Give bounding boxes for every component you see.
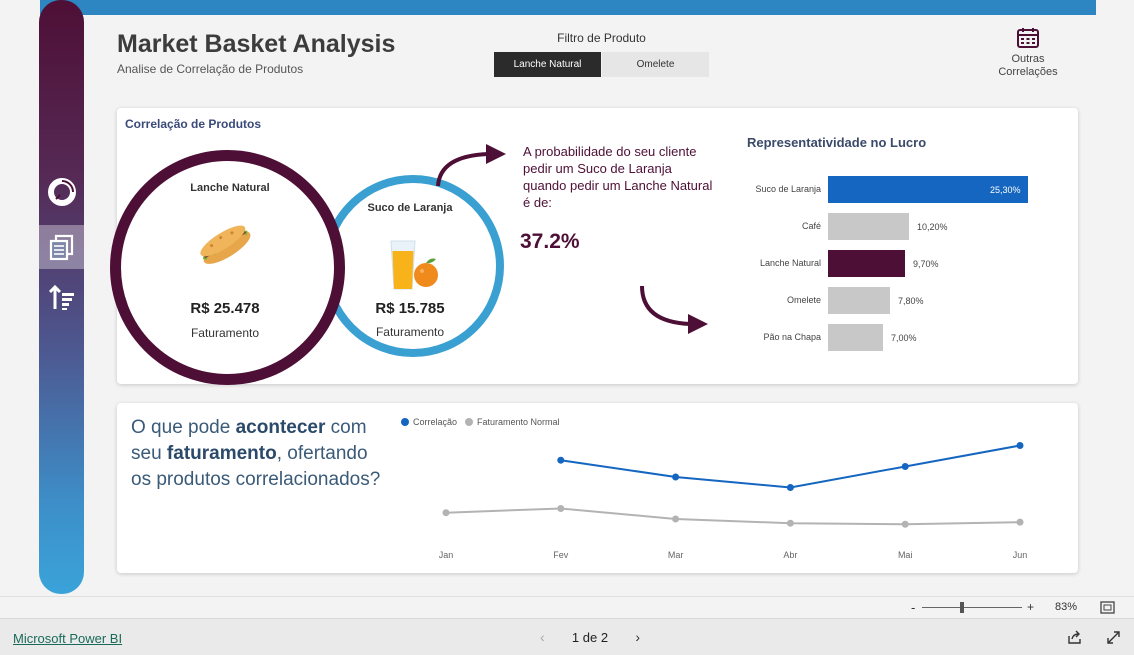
forecast-question: O que pode acontecer com seu faturamento… [131, 415, 391, 493]
series-point[interactable] [901, 463, 909, 470]
question-bold-2: faturamento [166, 443, 277, 464]
product-filter-label: Filtro de Produto [557, 31, 646, 45]
probability-text: A probabilidade do seu cliente pedir um … [523, 144, 713, 210]
page-title: Market Basket Analysis [117, 30, 396, 58]
legend-dot-faturamento [465, 418, 474, 426]
curved-arrow-top-icon [436, 144, 506, 187]
footer-bar: Microsoft Power BI ‹ 1 de 2 › [0, 618, 1134, 655]
curved-arrow-bottom-icon [640, 285, 708, 334]
series-point[interactable] [557, 505, 565, 512]
main-product-name: Lanche Natural [190, 182, 270, 194]
profit-bar-value: 7,80% [898, 296, 924, 306]
filter-omelete[interactable]: Omelete [602, 52, 709, 77]
main-product-value: R$ 25.478 [190, 300, 260, 317]
profit-bar-label: Lanche Natural [759, 258, 821, 268]
page-navigator: ‹ 1 de 2 › [540, 629, 640, 645]
zoom-slider-track[interactable] [922, 607, 1022, 608]
profit-bar-value: 9,70% [913, 259, 939, 269]
copy-pages-icon [49, 234, 73, 261]
donut-chart-icon [47, 178, 76, 206]
series-point[interactable] [786, 484, 794, 491]
series-point[interactable] [901, 520, 909, 528]
profit-bar-value: 25,30% [990, 185, 1021, 195]
series-point[interactable] [786, 519, 794, 527]
series-point[interactable] [557, 456, 565, 464]
main-product-caption: Faturamento [190, 326, 260, 340]
related-product-caption: Faturamento [375, 325, 445, 339]
share-icon[interactable] [1067, 630, 1082, 645]
sandwich-icon [200, 225, 251, 264]
question-bold-1: acontecer [235, 417, 326, 438]
profit-bar-label: Pão na Chapa [763, 332, 821, 342]
report-canvas: Market Basket Analysis Analise de Correl… [0, 0, 1134, 596]
top-accent-bar [40, 0, 1096, 15]
x-axis-tick-label: Fev [553, 550, 569, 560]
zoom-out-button[interactable]: - [911, 600, 915, 615]
profit-bar-label: Suco de Laranja [755, 184, 821, 194]
series-point[interactable] [672, 515, 680, 523]
profit-bar[interactable] [828, 324, 883, 351]
legend-label-faturamento: Faturamento Normal [477, 417, 560, 427]
series-point[interactable] [1016, 442, 1024, 449]
series-point[interactable] [442, 509, 450, 517]
fullscreen-icon[interactable] [1106, 630, 1121, 645]
series-line-0 [560, 444, 1021, 489]
profit-bar[interactable] [828, 213, 909, 240]
legend-dot-correlacao [401, 418, 409, 426]
other-correlations-line2: Correlações [998, 66, 1058, 78]
x-axis-tick-label: Jan [439, 550, 454, 560]
other-correlations-line1: Outras [1011, 53, 1045, 65]
sidebar-nav [39, 0, 84, 594]
x-axis-tick-label: Mar [668, 550, 684, 560]
question-text-1: O que pode [131, 417, 236, 438]
sort-ascending-icon [48, 284, 74, 310]
other-correlations-button[interactable]: Outras Correlações [995, 27, 1061, 79]
profit-bar[interactable] [828, 287, 890, 314]
zoom-in-button[interactable]: + [1027, 600, 1034, 614]
page-subtitle: Analise de Correlação de Produtos [117, 62, 304, 76]
zoom-bar: - + 83% [0, 596, 1134, 618]
profit-chart-title: Representatividade no Lucro [747, 135, 927, 150]
profit-bar-label: Omelete [786, 295, 821, 305]
nav-pages-button[interactable] [39, 225, 84, 269]
page-indicator: 1 de 2 [571, 629, 609, 645]
nav-donut-button[interactable] [39, 170, 84, 214]
nav-sort-button[interactable] [39, 276, 84, 320]
power-bi-link[interactable]: Microsoft Power BI [13, 631, 122, 646]
next-page-button[interactable]: › [635, 629, 640, 645]
legend-label-correlacao: Correlação [413, 417, 458, 427]
fit-page-icon[interactable] [1100, 601, 1115, 614]
profit-bar-value: 10,20% [917, 222, 948, 232]
correlation-card-title: Correlação de Produtos [125, 117, 262, 131]
x-axis-tick-label: Abr [783, 550, 797, 560]
orange-juice-icon [390, 240, 438, 290]
probability-value: 37.2% [520, 230, 580, 253]
zoom-level: 83% [1055, 601, 1078, 613]
prev-page-button[interactable]: ‹ [540, 629, 545, 645]
revenue-line-chart: Jan Fev Mar Abr Mai Jun [439, 442, 1028, 560]
x-axis-tick-label: Jun [1013, 550, 1028, 560]
calendar-icon [1017, 28, 1039, 48]
related-product-name: Suco de Laranja [367, 202, 453, 214]
profit-bar-value: 7,00% [891, 333, 917, 343]
zoom-slider-thumb[interactable] [960, 602, 964, 613]
series-line-1 [445, 507, 1021, 526]
profit-bar-label: Café [801, 221, 821, 231]
profit-bar[interactable] [828, 250, 905, 277]
series-point[interactable] [672, 473, 680, 481]
series-point[interactable] [1016, 518, 1024, 526]
filter-lanche-natural[interactable]: Lanche Natural [494, 52, 601, 77]
related-product-value: R$ 15.785 [375, 300, 445, 317]
line-chart-legend: Correlação Faturamento Normal [401, 417, 560, 427]
x-axis-tick-label: Mai [898, 550, 913, 560]
